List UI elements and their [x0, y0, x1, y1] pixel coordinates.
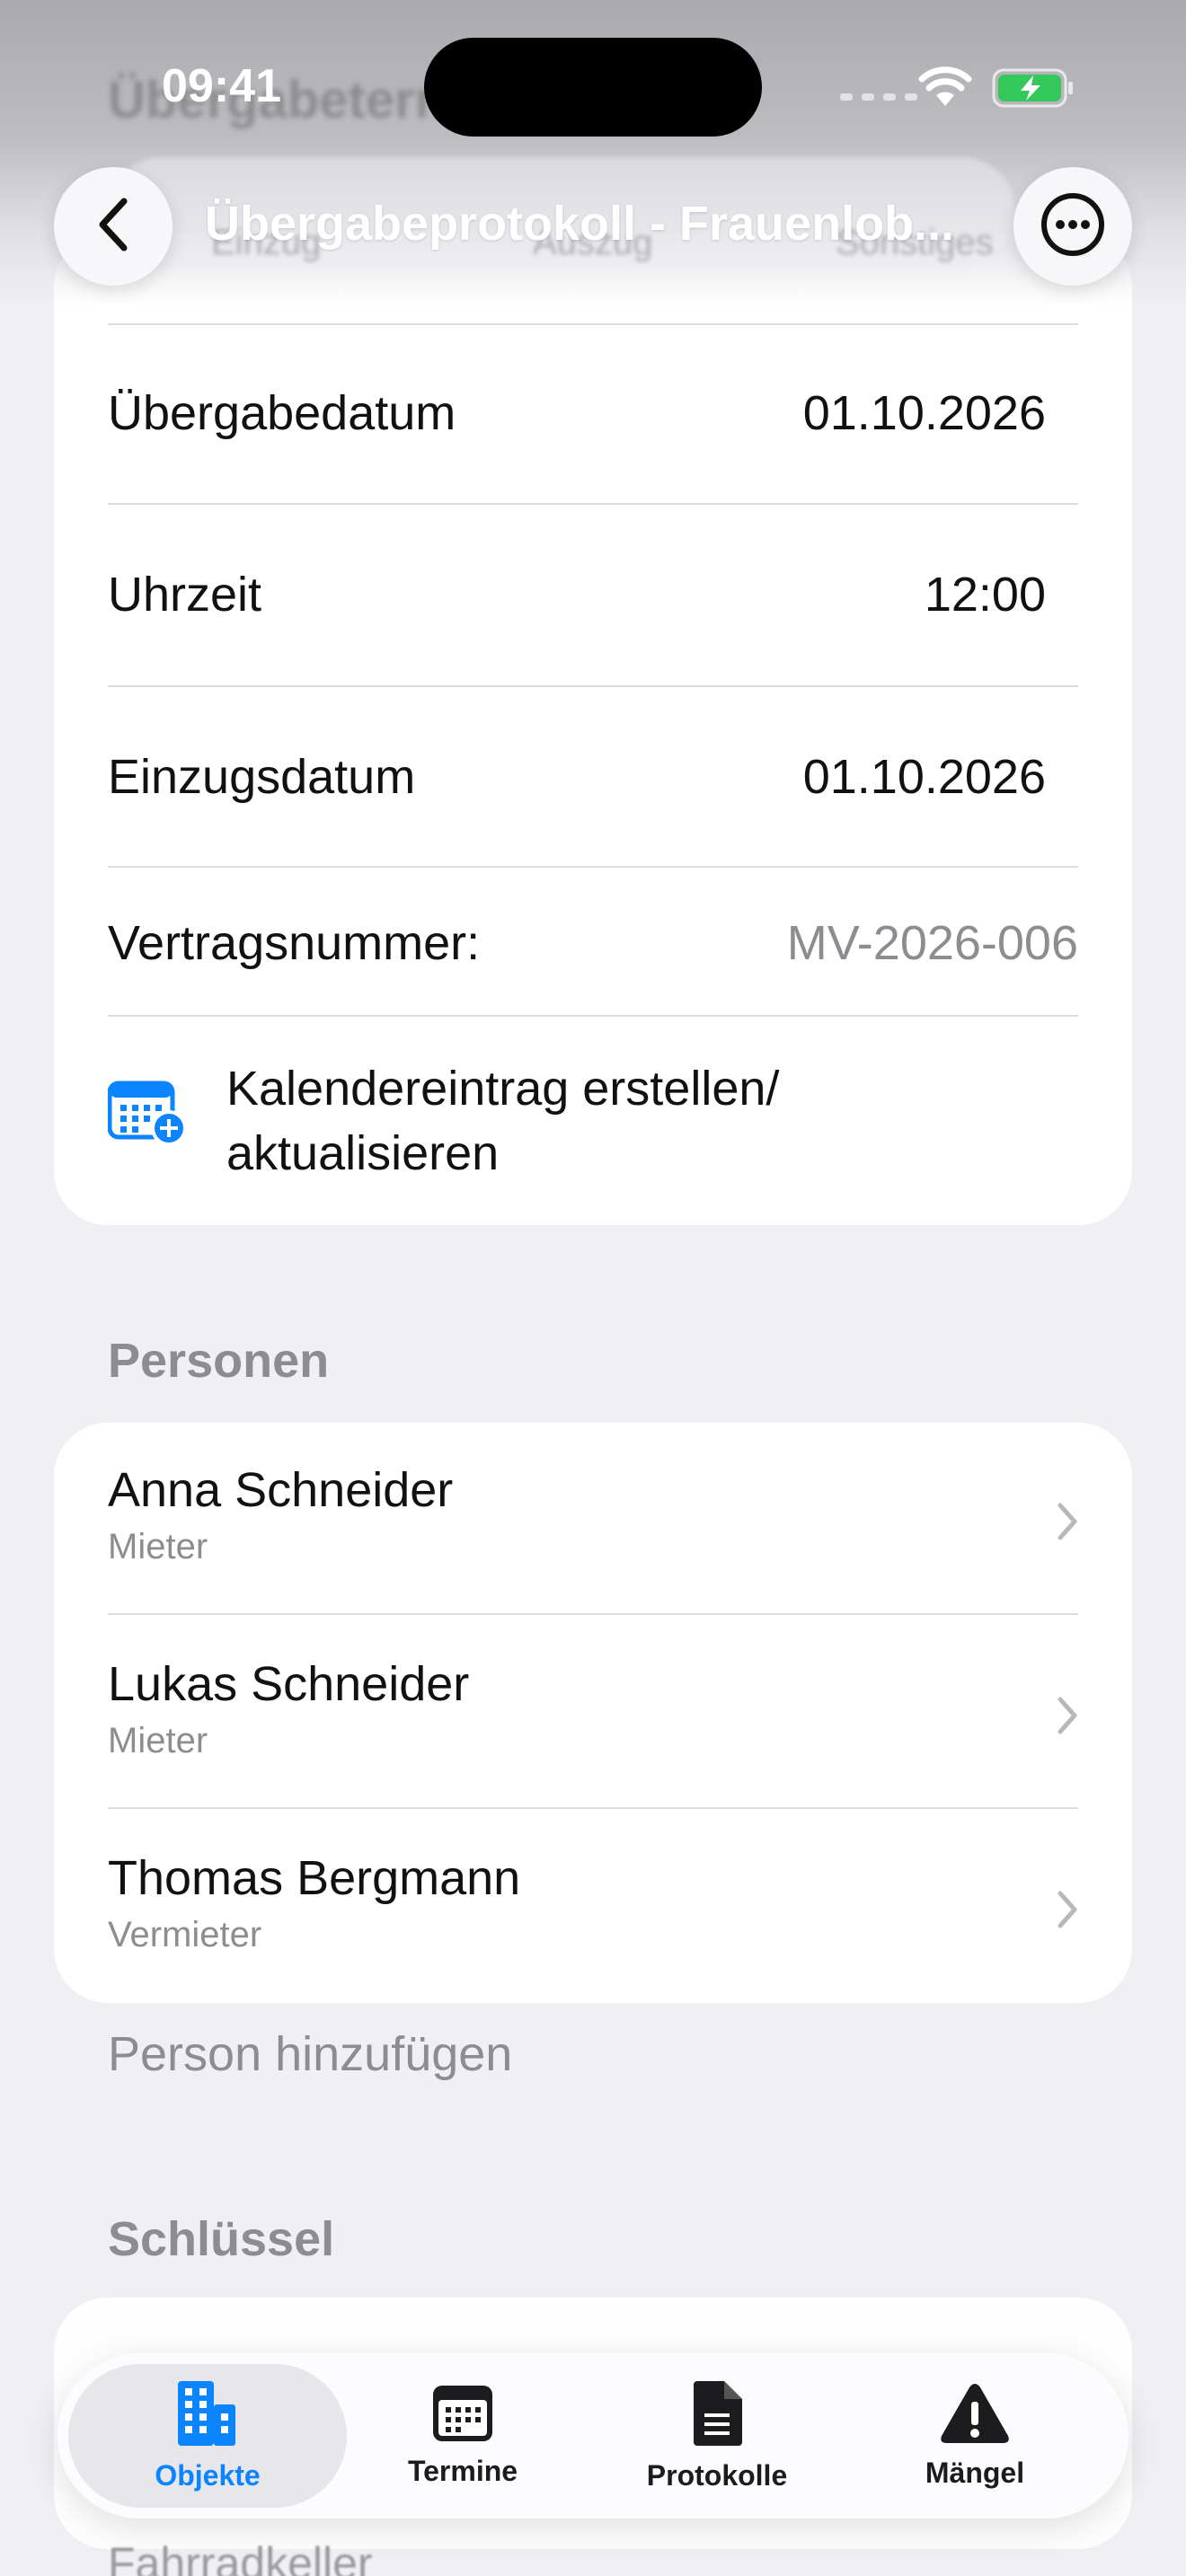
row-contract-number[interactable]: Vertragsnummer: MV-2026-006: [108, 907, 1078, 979]
page-title: Übergabeprotokoll - Frauenlob...: [205, 197, 955, 251]
divider: [108, 1015, 1078, 1017]
cellular-signal-icon: [840, 93, 917, 101]
calendar-icon: [431, 2384, 494, 2448]
ellipsis-circle-icon: [1040, 192, 1105, 261]
contract-number-label: Vertragsnummer:: [108, 916, 481, 970]
time-label: Uhrzeit: [108, 568, 262, 622]
divider: [108, 1613, 1078, 1615]
person-name: Anna Schneider: [108, 1463, 454, 1517]
calendar-add-icon: [107, 1078, 189, 1151]
person-role: Vermieter: [108, 1915, 262, 1954]
calendar-entry-button[interactable]: Kalendereintrag erstellen/ aktualisieren: [107, 1056, 780, 1186]
row-time[interactable]: Uhrzeit 12:00: [108, 559, 1078, 631]
warning-icon: [940, 2382, 1010, 2449]
contract-number-field[interactable]: MV-2026-006: [787, 915, 1078, 971]
dynamic-island: [424, 38, 762, 137]
add-person-button[interactable]: Person hinzufügen: [108, 2026, 512, 2082]
handover-date-label: Übergabedatum: [108, 386, 456, 440]
divider: [108, 685, 1078, 687]
person-name: Thomas Bergmann: [108, 1851, 521, 1905]
divider: [108, 1807, 1078, 1809]
persons-heading: Personen: [108, 1334, 330, 1388]
building-icon: [176, 2379, 239, 2452]
more-button[interactable]: [1013, 167, 1132, 286]
chevron-right-icon: [1057, 1890, 1078, 1934]
tab-objekte[interactable]: Objekte: [82, 2353, 333, 2519]
person-name: Lukas Schneider: [108, 1657, 470, 1711]
handover-date-value[interactable]: 01.10.2026: [803, 385, 1046, 441]
large-title-behind: Übergabeterm: [108, 71, 462, 129]
chevron-right-icon: [1057, 1502, 1078, 1546]
person-row[interactable]: Lukas Schneider Mieter: [108, 1656, 1078, 1782]
calendar-entry-label-line2: aktualisieren: [226, 1126, 500, 1180]
tab-label: Objekte: [155, 2459, 261, 2492]
battery-charging-icon: [992, 68, 1075, 112]
divider: [108, 503, 1078, 505]
document-icon: [690, 2379, 744, 2452]
row-handover-date[interactable]: Übergabedatum 01.10.2026: [108, 377, 1078, 449]
tab-bar: Objekte Termine Protokolle Mängel: [58, 2353, 1128, 2519]
tab-label: Protokolle: [646, 2459, 788, 2492]
status-time: 09:41: [162, 60, 281, 112]
tab-protokolle[interactable]: Protokolle: [591, 2353, 843, 2519]
keys-heading: Schlüssel: [108, 2212, 335, 2266]
back-button[interactable]: [54, 167, 173, 286]
move-in-date-label: Einzugsdatum: [108, 750, 416, 804]
divider: [108, 323, 1078, 325]
tab-label: Mängel: [925, 2457, 1025, 2489]
time-value[interactable]: 12:00: [925, 567, 1046, 622]
person-row[interactable]: Thomas Bergmann Vermieter: [108, 1850, 1078, 1976]
person-role: Mieter: [108, 1721, 208, 1760]
calendar-entry-label-line1: Kalendereintrag erstellen/: [226, 1062, 780, 1116]
key-item-bike-cellar[interactable]: Fahrradkeller: [108, 2537, 373, 2576]
tab-maengel[interactable]: Mängel: [849, 2353, 1101, 2519]
chevron-left-icon: [95, 196, 131, 258]
person-row[interactable]: Anna Schneider Mieter: [108, 1462, 1078, 1588]
tab-termine[interactable]: Termine: [337, 2353, 589, 2519]
row-move-in-date[interactable]: Einzugsdatum 01.10.2026: [108, 741, 1078, 813]
tab-label: Termine: [407, 2455, 518, 2487]
move-in-date-value[interactable]: 01.10.2026: [803, 749, 1046, 805]
wifi-icon: [918, 66, 972, 112]
divider: [108, 866, 1078, 868]
person-role: Mieter: [108, 1527, 208, 1566]
chevron-right-icon: [1057, 1696, 1078, 1740]
